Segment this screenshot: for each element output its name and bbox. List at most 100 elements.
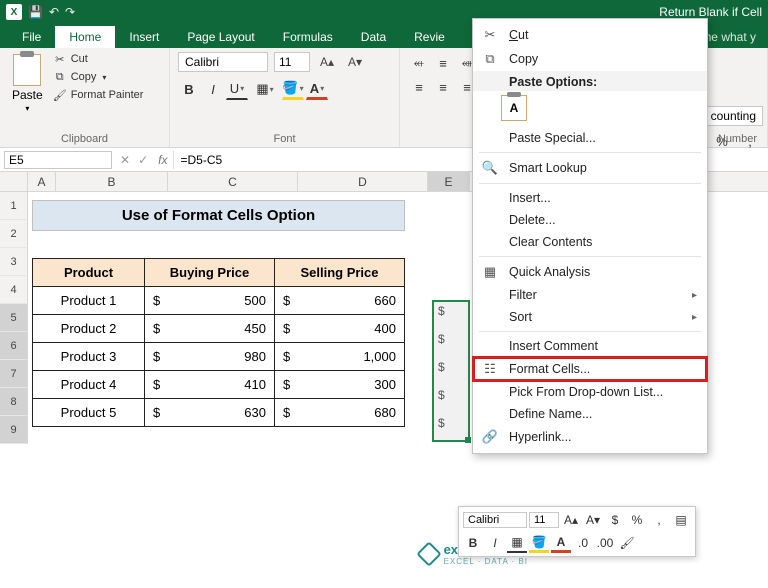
table-row: Product 4$410$300 <box>33 371 405 399</box>
context-menu: ✂Cut ⧉Copy Paste Options: A Paste Specia… <box>472 18 708 454</box>
enter-icon[interactable]: ✓ <box>134 153 152 167</box>
col-header-A[interactable]: A <box>28 172 56 191</box>
row-header[interactable]: 2 <box>0 220 28 248</box>
save-icon[interactable]: 💾 <box>28 5 43 19</box>
bold-button[interactable]: B <box>178 78 200 100</box>
tab-home[interactable]: Home <box>55 26 115 48</box>
align-top-icon[interactable]: ⬴ <box>408 52 430 74</box>
menu-define-name[interactable]: Define Name... <box>473 403 707 425</box>
font-color-button[interactable]: A▾ <box>306 78 328 100</box>
tab-data[interactable]: Data <box>347 26 400 48</box>
tab-review[interactable]: Revie <box>400 26 459 48</box>
increase-font-icon[interactable]: A▴ <box>316 53 338 71</box>
menu-format-cells[interactable]: ☷Format Cells... <box>473 357 707 381</box>
row-header[interactable]: 6 <box>0 332 28 360</box>
paste-option-all[interactable]: A <box>501 95 527 121</box>
table-row: Product 1$500$660 <box>33 287 405 315</box>
brush-icon: 🖌 <box>53 88 67 102</box>
search-icon: 🔍 <box>481 160 499 176</box>
fill-handle[interactable] <box>465 437 471 443</box>
font-name-select[interactable]: Calibri <box>178 52 268 72</box>
menu-filter[interactable]: Filter <box>473 284 707 306</box>
mini-merge-icon[interactable]: ▤ <box>671 510 691 530</box>
mini-font-select[interactable]: Calibri <box>463 512 527 528</box>
menu-smart-lookup[interactable]: 🔍Smart Lookup <box>473 156 707 180</box>
table-title: Use of Format Cells Option <box>33 201 405 231</box>
col-header-E[interactable]: E <box>428 172 470 191</box>
mini-italic-button[interactable]: I <box>485 533 505 553</box>
row-header[interactable]: 5 <box>0 304 28 332</box>
mini-format-painter-icon[interactable]: 🖌 <box>617 533 637 553</box>
col-header-C[interactable]: C <box>168 172 298 191</box>
row-header[interactable]: 3 <box>0 248 28 276</box>
mini-fill-button[interactable]: 🪣 <box>529 533 549 553</box>
mini-borders-button[interactable]: ▦ <box>507 533 527 553</box>
copy-icon: ⧉ <box>481 51 499 67</box>
header-product: Product <box>33 259 145 287</box>
tab-formulas[interactable]: Formulas <box>269 26 347 48</box>
menu-insert[interactable]: Insert... <box>473 187 707 209</box>
mini-increase-decimal-icon[interactable]: .00 <box>595 533 615 553</box>
mini-size-select[interactable]: 11 <box>529 512 559 528</box>
mini-comma-icon[interactable]: , <box>649 510 669 530</box>
menu-insert-comment[interactable]: Insert Comment <box>473 335 707 357</box>
col-header-D[interactable]: D <box>298 172 428 191</box>
align-middle-icon[interactable]: ≡ <box>432 52 454 74</box>
menu-paste-special[interactable]: Paste Special... <box>473 127 707 149</box>
font-size-select[interactable]: 11 <box>274 52 310 72</box>
link-icon: 🔗 <box>481 429 499 445</box>
borders-button[interactable]: ▦▾ <box>254 78 276 100</box>
row-header[interactable]: 1 <box>0 192 28 220</box>
menu-cut[interactable]: ✂Cut <box>473 23 707 47</box>
redo-icon[interactable]: ↷ <box>65 5 75 19</box>
row-header[interactable]: 9 <box>0 416 28 444</box>
copy-button[interactable]: ⧉Copy▾ <box>53 70 144 84</box>
mini-decrease-decimal-icon[interactable]: .0 <box>573 533 593 553</box>
col-header-B[interactable]: B <box>56 172 168 191</box>
paste-button[interactable]: Paste ▾ <box>8 52 47 115</box>
alignment-group: ⬴ ≡ ⬵ ≡ ≡ ≡ <box>408 52 471 98</box>
row-header[interactable]: 4 <box>0 276 28 304</box>
format-painter-button[interactable]: 🖌Format Painter <box>53 88 144 102</box>
fill-color-button[interactable]: 🪣▾ <box>282 78 304 100</box>
menu-sort[interactable]: Sort <box>473 306 707 328</box>
decrease-font-icon[interactable]: A▾ <box>344 53 366 71</box>
select-all-corner[interactable] <box>0 172 28 191</box>
tab-file[interactable]: File <box>8 26 55 48</box>
font-group-label: Font <box>178 133 391 145</box>
menu-clear-contents[interactable]: Clear Contents <box>473 231 707 253</box>
name-box[interactable] <box>4 151 112 169</box>
mini-font-color-button[interactable]: A <box>551 533 571 553</box>
mini-decrease-font-icon[interactable]: A▾ <box>583 510 603 530</box>
mini-increase-font-icon[interactable]: A▴ <box>561 510 581 530</box>
menu-delete[interactable]: Delete... <box>473 209 707 231</box>
format-cells-icon: ☷ <box>481 361 499 377</box>
cancel-icon[interactable]: ✕ <box>116 153 134 167</box>
tab-page-layout[interactable]: Page Layout <box>173 26 268 48</box>
exceldemy-logo-icon <box>416 541 441 566</box>
fx-icon[interactable]: fx <box>152 153 173 167</box>
mini-percent-icon[interactable]: % <box>627 510 647 530</box>
row-header[interactable]: 7 <box>0 360 28 388</box>
mini-currency-icon[interactable]: $ <box>605 510 625 530</box>
align-center-icon[interactable]: ≡ <box>432 76 454 98</box>
menu-hyperlink[interactable]: 🔗Hyperlink... <box>473 425 707 449</box>
undo-icon[interactable]: ↶ <box>49 5 59 19</box>
underline-button[interactable]: U▾ <box>226 78 248 100</box>
italic-button[interactable]: I <box>202 78 224 100</box>
menu-pick-from-list[interactable]: Pick From Drop-down List... <box>473 381 707 403</box>
scissors-icon: ✂ <box>53 52 67 66</box>
cut-button[interactable]: ✂Cut <box>53 52 144 66</box>
scissors-icon: ✂ <box>481 27 499 43</box>
data-table: Use of Format Cells Option Product Buyin… <box>32 200 405 427</box>
table-row: Product 3$980$1,000 <box>33 343 405 371</box>
table-row: Product 5$630$680 <box>33 399 405 427</box>
number-format-select[interactable]: counting <box>703 106 763 126</box>
align-left-icon[interactable]: ≡ <box>408 76 430 98</box>
menu-quick-analysis[interactable]: ▦Quick Analysis <box>473 260 707 284</box>
tab-insert[interactable]: Insert <box>115 26 173 48</box>
mini-bold-button[interactable]: B <box>463 533 483 553</box>
row-header[interactable]: 8 <box>0 388 28 416</box>
menu-copy[interactable]: ⧉Copy <box>473 47 707 71</box>
quick-analysis-icon: ▦ <box>481 264 499 280</box>
